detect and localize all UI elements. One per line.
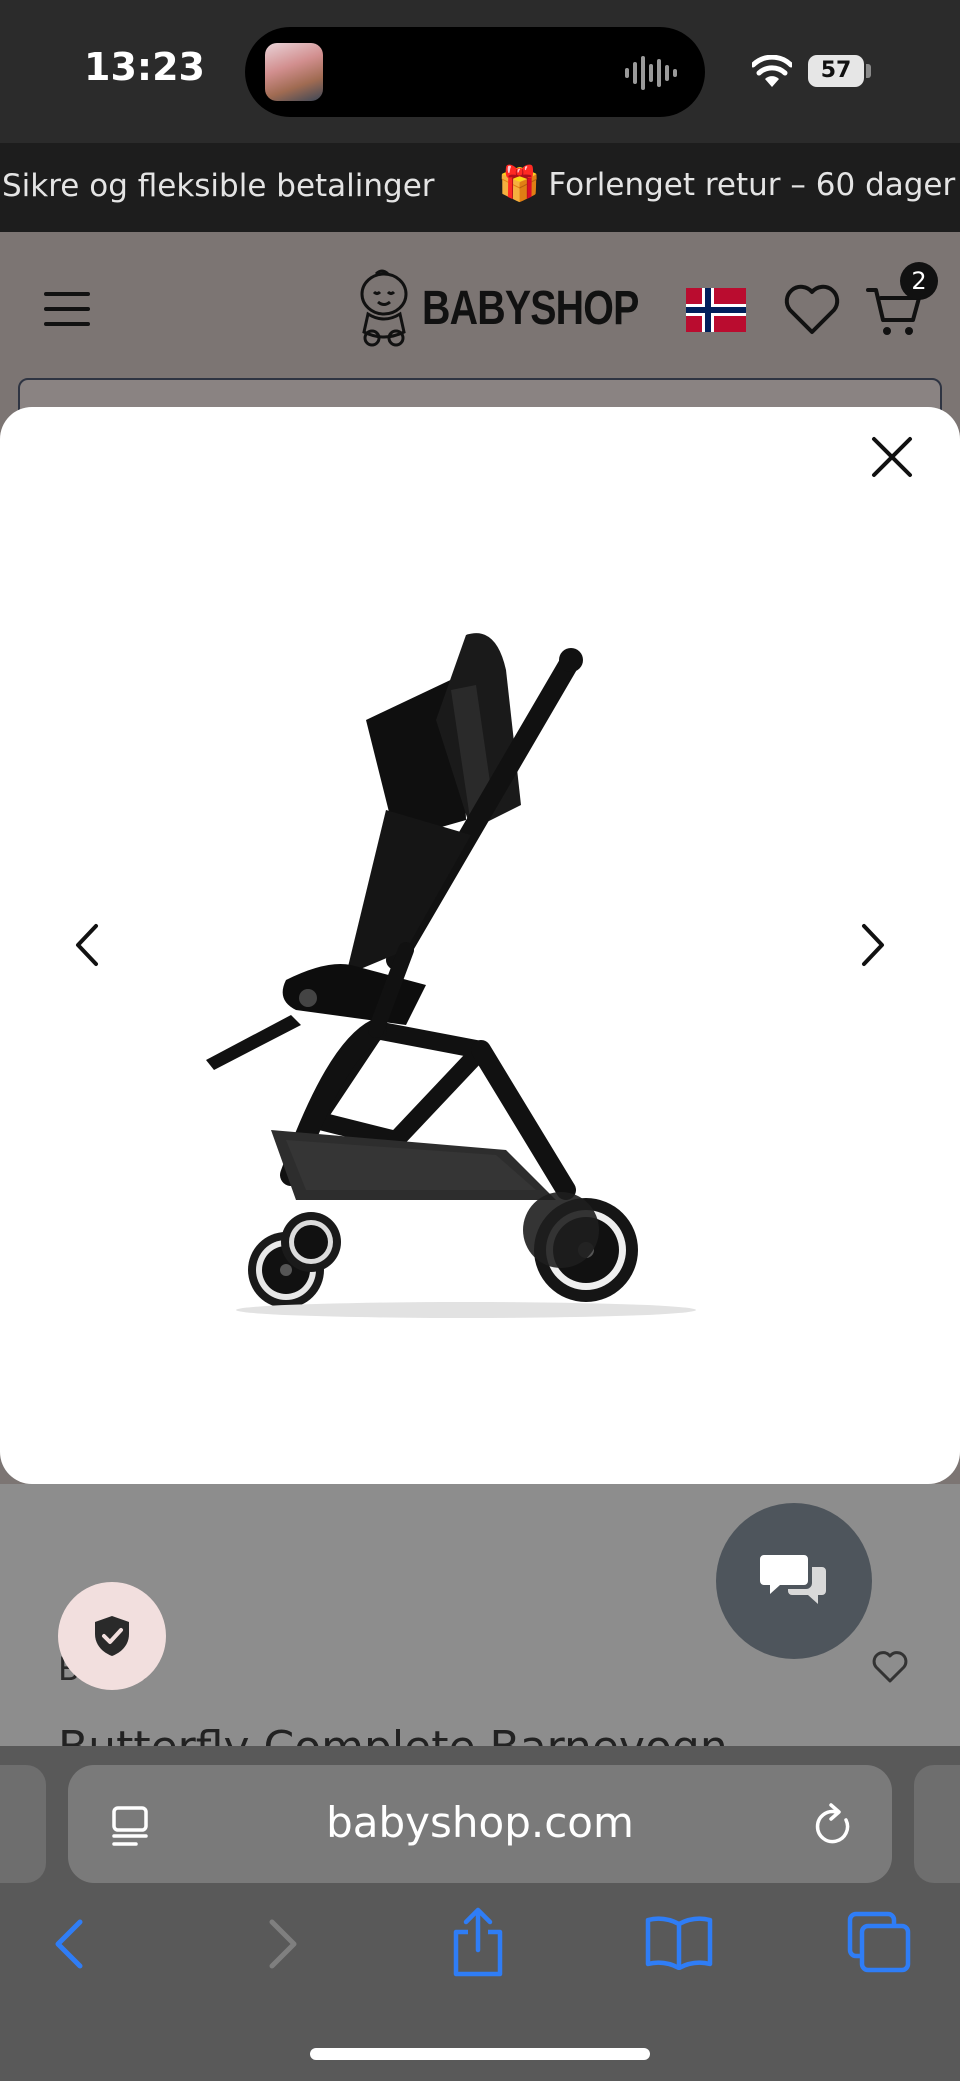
status-time: 13:23: [84, 45, 205, 89]
trust-badge-button[interactable]: [58, 1582, 166, 1690]
promo-returns: 🎁 Forlenget retur – 60 dager: [498, 164, 955, 204]
back-icon[interactable]: [50, 1916, 90, 1972]
shield-check-icon: [95, 1616, 129, 1656]
battery-tip: [866, 64, 871, 78]
page-menu-icon[interactable]: [108, 1804, 152, 1848]
home-indicator[interactable]: [310, 2048, 650, 2060]
baby-logo-icon: [360, 269, 408, 347]
url-text[interactable]: babyshop.com: [200, 1798, 760, 1847]
gift-icon: 🎁: [498, 164, 541, 204]
site-logo[interactable]: BABYSHOP: [356, 268, 686, 348]
reload-icon[interactable]: [812, 1802, 856, 1850]
promo-payments: Sikre og fleksible betalinger: [2, 168, 435, 204]
chat-button[interactable]: [716, 1503, 872, 1659]
share-icon[interactable]: [450, 1906, 506, 1978]
tabs-overview-icon[interactable]: [846, 1910, 912, 1974]
audio-waveform-icon: [625, 56, 677, 90]
promo-ticker: Sikre og fleksible betalinger 🎁 Forlenget…: [0, 143, 960, 232]
chevron-right-icon[interactable]: [850, 918, 894, 972]
page: 13:23 57 Sikre og fleksible betalinger 🎁…: [0, 0, 960, 2081]
product-wishlist-icon[interactable]: [872, 1650, 908, 1684]
hamburger-menu-icon[interactable]: [44, 292, 90, 326]
chevron-left-icon[interactable]: [66, 918, 110, 972]
close-icon[interactable]: [868, 433, 916, 481]
promo-returns-text: Forlenget retur – 60 dager: [548, 167, 956, 203]
norway-flag-icon[interactable]: [686, 288, 746, 332]
dynamic-island[interactable]: [245, 27, 705, 117]
battery-indicator: 57: [808, 55, 864, 87]
logo-text: BABYSHOP: [422, 281, 639, 335]
cart-count-badge: 2: [900, 262, 938, 300]
status-bar: 13:23 57: [0, 0, 960, 143]
forward-icon[interactable]: [262, 1916, 302, 1972]
bookmarks-icon[interactable]: [644, 1914, 714, 1970]
next-tab-edge[interactable]: [914, 1765, 960, 1883]
wifi-icon: [752, 55, 792, 87]
chat-bubbles-icon: [760, 1555, 826, 1604]
product-image-stroller: [206, 633, 696, 1318]
wishlist-icon[interactable]: [784, 284, 840, 336]
now-playing-thumbnail: [265, 43, 323, 101]
previous-tab-edge[interactable]: [0, 1765, 46, 1883]
